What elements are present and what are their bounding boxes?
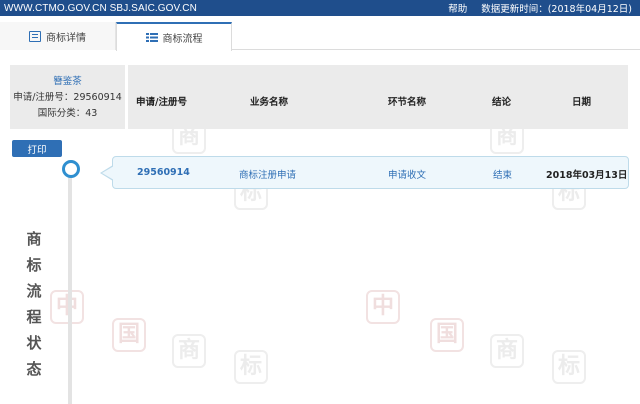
watermark-glyph: 标 xyxy=(234,350,268,384)
document-icon xyxy=(29,30,41,42)
watermark-glyph: 国 xyxy=(112,318,146,352)
header-result: 结论 xyxy=(492,97,512,108)
site-domains: WWW.CTMO.GOV.CN SBJ.SAIC.GOV.CN xyxy=(4,2,197,14)
timeline-line xyxy=(68,160,72,404)
timeline-node xyxy=(62,160,80,178)
row-reg-no[interactable]: 29560914 xyxy=(137,167,190,178)
header-business-name: 业务名称 xyxy=(250,97,289,108)
data-update-time: 数据更新时间：(2018年04月12日) xyxy=(481,4,632,15)
tab-label: 商标详情 xyxy=(46,32,86,44)
row-business-name[interactable]: 商标注册申请 xyxy=(239,167,296,181)
header-reg-no: 申请/注册号 xyxy=(136,97,187,108)
trademark-name[interactable]: 簪鉴茶 xyxy=(10,74,125,90)
watermark-glyph: 中 xyxy=(50,290,84,324)
side-title-char: 流 xyxy=(26,282,42,300)
side-title-char: 程 xyxy=(26,308,42,326)
print-button[interactable]: 打印 xyxy=(12,140,62,157)
watermark-glyph: 国 xyxy=(430,318,464,352)
side-title-char: 态 xyxy=(26,360,42,378)
row-step-name[interactable]: 申请收文 xyxy=(388,167,426,181)
side-title-char: 标 xyxy=(26,256,42,274)
international-class: 国际分类：43 xyxy=(37,108,98,119)
top-bar: WWW.CTMO.GOV.CN SBJ.SAIC.GOV.CN 帮助 数据更新时… xyxy=(0,0,640,16)
watermark-glyph: 中 xyxy=(366,290,400,324)
registration-number: 申请/注册号：29560914 xyxy=(13,92,122,103)
header-date: 日期 xyxy=(572,97,592,108)
trademark-summary-card: 簪鉴茶 申请/注册号：29560914 国际分类：43 xyxy=(10,65,125,129)
watermark-glyph: 商 xyxy=(172,334,206,368)
tab-trademark-process[interactable]: 商标流程 xyxy=(116,22,232,51)
row-result[interactable]: 结束 xyxy=(493,167,512,181)
side-title-char: 商 xyxy=(26,230,42,248)
tab-label: 商标流程 xyxy=(162,34,203,45)
table-header: 申请/注册号 业务名称 环节名称 结论 日期 xyxy=(128,65,628,129)
table-row: 29560914 商标注册申请 申请收文 结束 2018年03月13日 xyxy=(100,156,629,189)
list-icon xyxy=(145,32,158,43)
help-link[interactable]: 帮助 xyxy=(448,1,467,15)
row-date: 2018年03月13日 xyxy=(546,170,628,181)
side-title-char: 状 xyxy=(26,334,42,352)
tab-bar: 商标详情 商标流程 xyxy=(0,20,640,51)
header-step-name: 环节名称 xyxy=(388,97,427,108)
watermark-glyph: 商 xyxy=(490,334,524,368)
watermark-glyph: 标 xyxy=(552,350,586,384)
tab-trademark-details[interactable]: 商标详情 xyxy=(0,22,116,50)
side-title-process-status: 商 标 流 程 状 态 xyxy=(22,226,46,382)
